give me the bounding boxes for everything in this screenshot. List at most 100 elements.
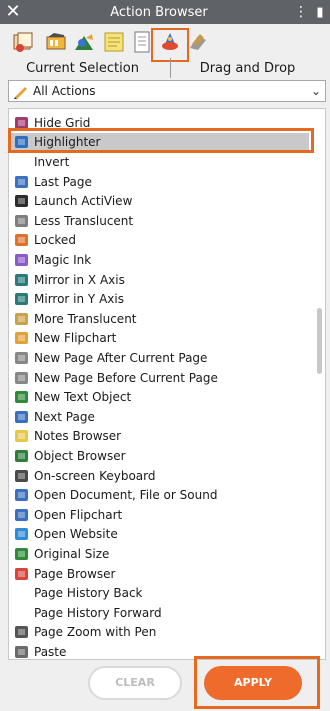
new-text-icon	[13, 389, 30, 405]
list-item[interactable]: More Translucent	[9, 309, 309, 329]
list-item[interactable]: Notes Browser	[9, 427, 309, 447]
list-item-label: Highlighter	[34, 135, 101, 150]
list-item-label: Invert	[34, 154, 70, 169]
title-bar: ✕ Action Browser ⋮ ▮	[0, 0, 330, 24]
list-item-label: On-screen Keyboard	[34, 468, 156, 483]
list-item[interactable]: New Page Before Current Page	[9, 368, 309, 388]
new-page-before-icon	[13, 370, 30, 386]
list-item-label: Less Translucent	[34, 213, 134, 228]
close-icon[interactable]: ✕	[0, 0, 26, 24]
list-item-label: Hide Grid	[34, 115, 91, 130]
list-item-label: Last Page	[34, 174, 92, 189]
list-item[interactable]: Last Page	[9, 172, 309, 192]
apply-button-highlight	[194, 656, 320, 709]
list-item-label: New Flipchart	[34, 331, 117, 346]
list-item[interactable]: On-screen Keyboard	[9, 466, 309, 486]
list-item-label: Open Document, File or Sound	[34, 488, 218, 503]
list-item[interactable]: Open Flipchart	[9, 505, 309, 525]
list-item[interactable]: New Text Object	[9, 387, 309, 407]
more-translucent-icon	[13, 311, 30, 327]
list-item[interactable]: Open Website	[9, 525, 309, 545]
page-browser-icon	[13, 566, 30, 582]
list-item-label: Object Browser	[34, 448, 126, 463]
action-list[interactable]: Hide Grid Highlighter Invert Last Page Launc…	[8, 108, 326, 660]
pin-icon[interactable]: ▮	[310, 5, 330, 20]
list-item[interactable]: Page History Forward	[9, 603, 309, 623]
list-item-label: Open Flipchart	[34, 507, 123, 522]
paste-icon	[13, 644, 30, 659]
list-item[interactable]: New Flipchart	[9, 329, 309, 349]
keyboard-icon	[13, 468, 30, 484]
action-browser-tab-highlight	[151, 28, 189, 62]
list-item[interactable]: Mirror in X Axis	[9, 270, 309, 290]
more-options-icon[interactable]: ⋮	[292, 4, 310, 20]
object-browser-icon	[13, 448, 30, 464]
actiview-icon	[13, 193, 30, 209]
list-item-label: Notes Browser	[34, 429, 122, 444]
list-item-label: New Text Object	[34, 390, 132, 405]
list-item[interactable]: Original Size	[9, 544, 309, 564]
list-item[interactable]: Highlighter	[9, 132, 309, 153]
list-item[interactable]: Magic Ink	[9, 250, 309, 270]
list-item[interactable]: Object Browser	[9, 446, 309, 466]
list-item[interactable]: Less Translucent	[9, 211, 309, 231]
grid-icon	[13, 115, 30, 131]
list-item-label: Page History Forward	[34, 605, 162, 620]
magic-ink-icon	[13, 252, 30, 268]
list-item[interactable]: Locked	[9, 231, 309, 251]
tab-current-selection[interactable]: Current Selection	[0, 58, 165, 80]
list-item-label: Page History Back	[34, 586, 143, 601]
tab-divider	[170, 58, 171, 78]
zoom-icon	[13, 624, 30, 640]
action-filter-value: All Actions	[33, 84, 96, 98]
chevron-down-icon[interactable]: ⌄	[307, 84, 325, 98]
list-item[interactable]: Page Zoom with Pen	[9, 623, 309, 643]
resource-browser-icon[interactable]	[44, 30, 68, 54]
open-document-icon	[13, 487, 30, 503]
window-title: Action Browser	[110, 4, 208, 20]
mirror-x-icon	[13, 272, 30, 288]
notes-browser-icon[interactable]	[102, 30, 126, 54]
list-item[interactable]: Page Browser	[9, 564, 309, 584]
list-item-label: Magic Ink	[34, 252, 92, 267]
list-item-label: Next Page	[34, 409, 95, 424]
list-item-label: Mirror in X Axis	[34, 272, 125, 287]
mirror-y-icon	[13, 291, 30, 307]
list-item[interactable]: New Page After Current Page	[9, 348, 309, 368]
next-page-icon	[13, 409, 30, 425]
clear-button[interactable]: CLEAR	[88, 666, 182, 700]
notes-browser-icon	[13, 428, 30, 444]
list-item-label: New Page Before Current Page	[34, 370, 218, 385]
original-size-icon	[13, 546, 30, 562]
list-item-label: New Page After Current Page	[34, 350, 208, 365]
list-item-label: Page Browser	[34, 566, 116, 581]
website-icon	[13, 526, 30, 542]
list-item-label: Original Size	[34, 546, 110, 561]
scrollbar[interactable]	[317, 308, 322, 374]
list-item-label: Mirror in Y Axis	[34, 292, 124, 307]
list-item-label: Open Website	[34, 527, 118, 542]
lock-icon	[13, 232, 30, 248]
list-item[interactable]: Mirror in Y Axis	[9, 289, 309, 309]
list-item-label: Page Zoom with Pen	[34, 625, 157, 640]
list-item-label: Locked	[34, 233, 76, 248]
list-item[interactable]: Page History Back	[9, 583, 309, 603]
selection-tabs: Current Selection Drag and Drop	[0, 58, 330, 80]
list-item-label: Launch ActiView	[34, 194, 133, 209]
object-browser-icon[interactable]	[72, 30, 96, 54]
list-item-label: More Translucent	[34, 311, 137, 326]
page-browser-icon[interactable]	[12, 30, 36, 54]
new-flipchart-icon	[13, 330, 30, 346]
action-filter-dropdown[interactable]: All Actions ⌄	[8, 80, 326, 102]
tab-drag-and-drop[interactable]: Drag and Drop	[165, 58, 330, 80]
list-item[interactable]: Next Page	[9, 407, 309, 427]
list-item[interactable]: Hide Grid	[9, 113, 309, 133]
list-item[interactable]: Invert	[9, 152, 309, 172]
less-translucent-icon	[13, 213, 30, 229]
list-item[interactable]: Open Document, File or Sound	[9, 485, 309, 505]
action-browser-panel: ✕ Action Browser ⋮ ▮ Current Selection D…	[0, 0, 330, 711]
open-flipchart-icon	[13, 507, 30, 523]
pen-icon	[13, 83, 29, 99]
property-browser-icon[interactable]	[186, 30, 210, 54]
list-item[interactable]: Launch ActiView	[9, 191, 309, 211]
